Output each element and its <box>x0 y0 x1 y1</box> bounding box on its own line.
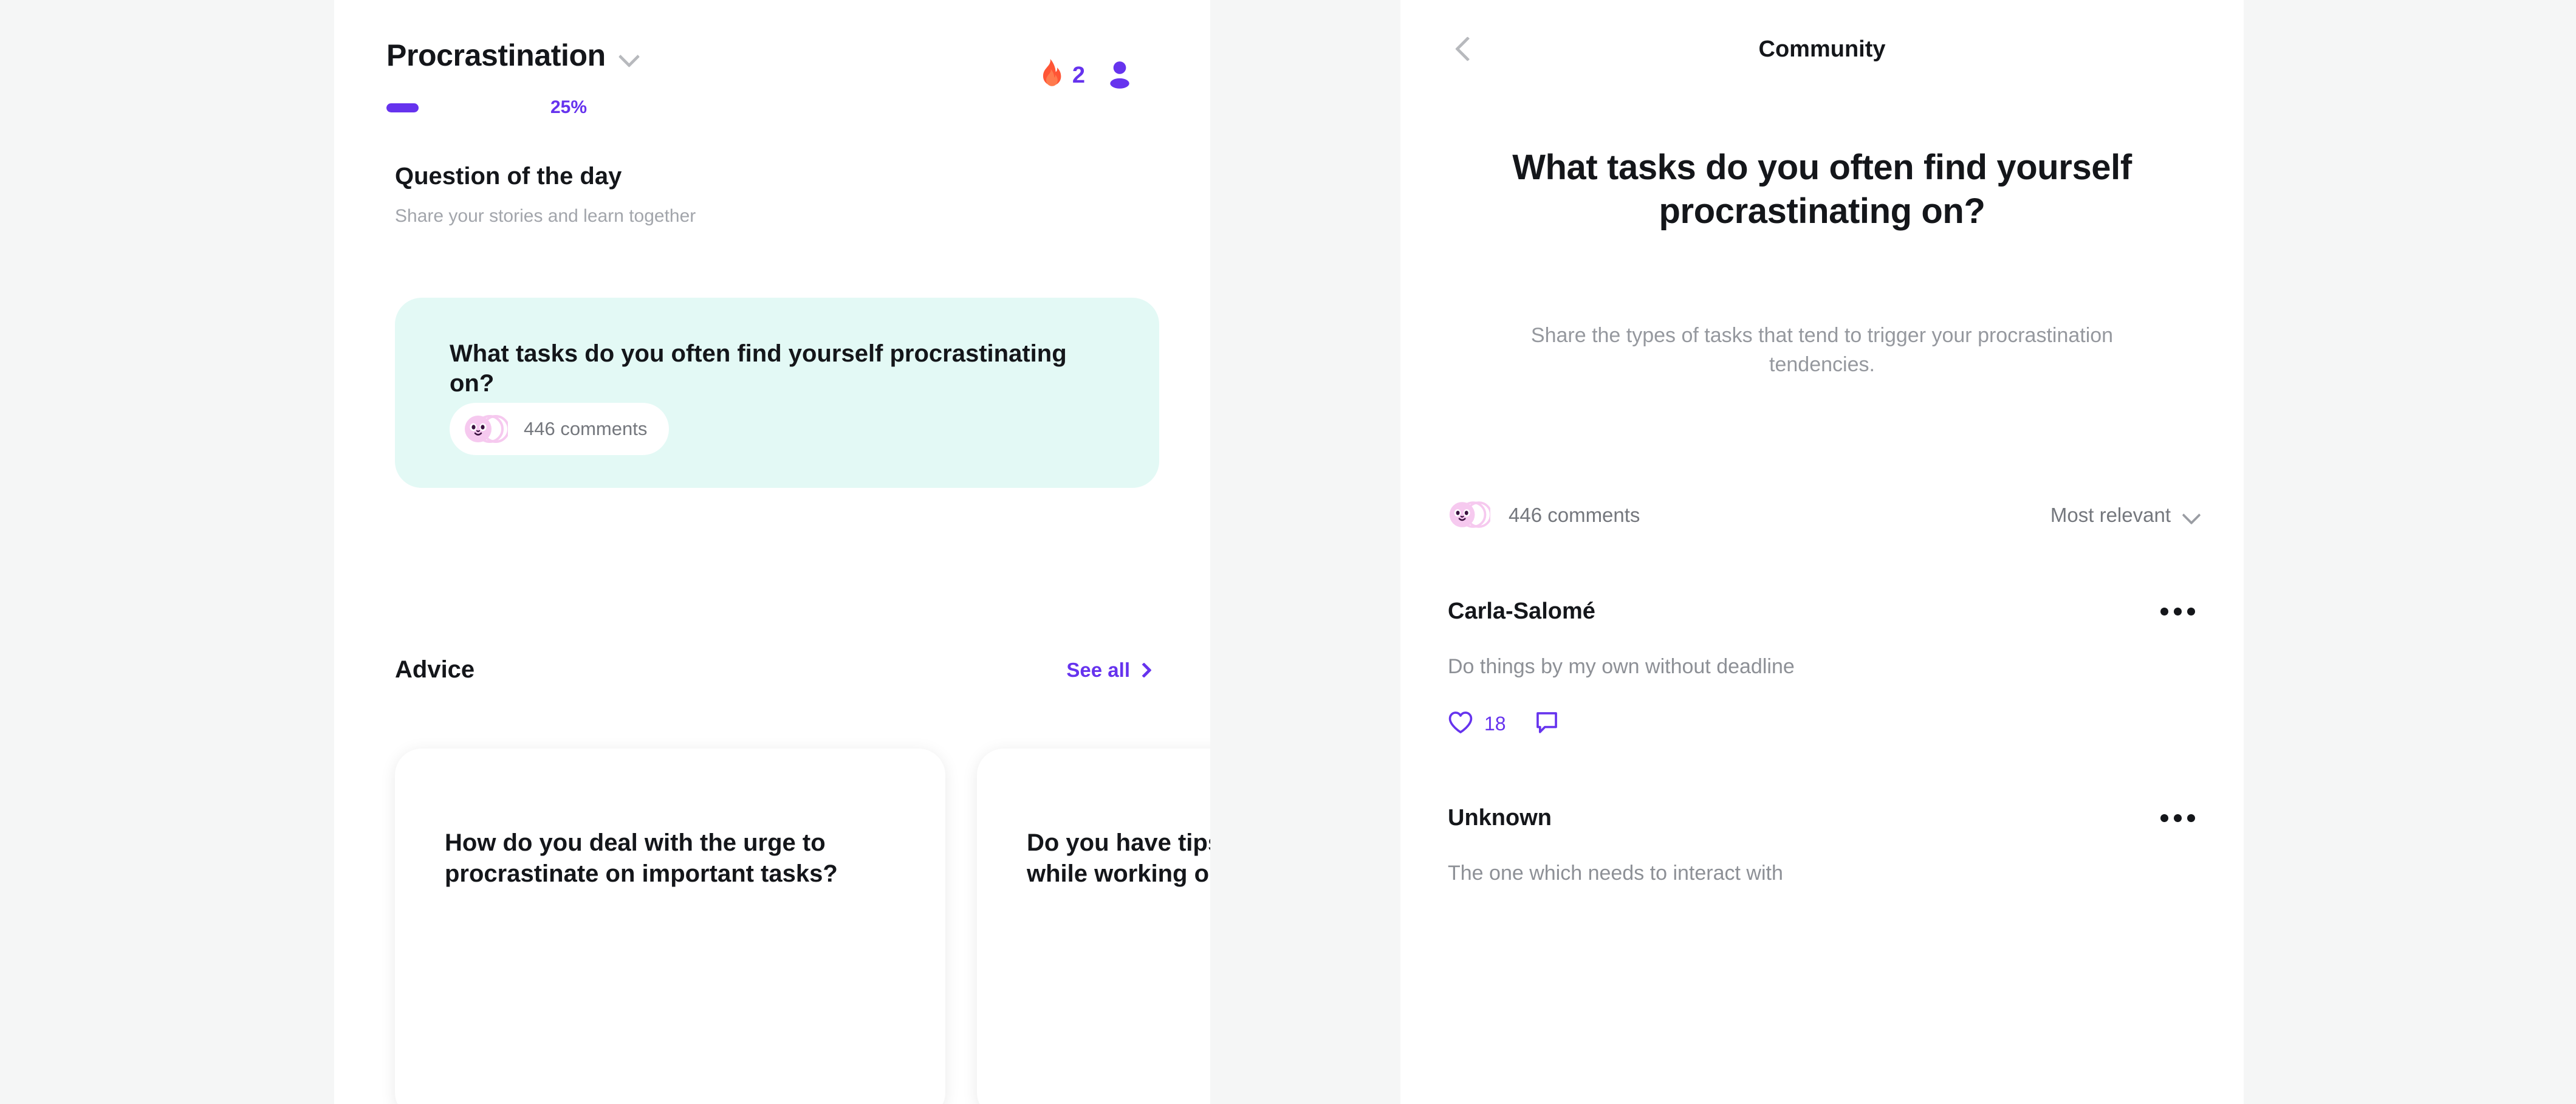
advice-card-list: How do you deal with the urge to procras… <box>395 749 1210 1104</box>
community-question-title: What tasks do you often find yourself pr… <box>1512 148 2132 231</box>
advice-section: Advice See all How do you deal with the … <box>334 656 1210 1104</box>
qod-comments-count-label: 446 comments <box>524 418 648 439</box>
comment-body-text: Do things by my own without deadline <box>1448 655 1795 678</box>
progress-bar-fill <box>386 103 419 112</box>
chevron-right-icon <box>1136 662 1152 678</box>
qod-question-text: What tasks do you often find yourself pr… <box>450 340 1067 397</box>
community-header: Community <box>1400 0 2244 91</box>
more-options-icon[interactable] <box>2158 602 2197 622</box>
comment-bubble-icon[interactable] <box>1534 710 1560 738</box>
advice-card-text: How do you deal with the urge to procras… <box>445 829 838 888</box>
qod-section-subtitle: Share your stories and learn together <box>395 206 696 226</box>
person-icon[interactable] <box>1106 60 1134 92</box>
progress-bar <box>386 103 514 112</box>
qod-section-title: Question of the day <box>395 163 622 190</box>
progress-percent-label: 25% <box>550 97 587 117</box>
advice-section-header: Advice See all <box>334 656 1210 684</box>
app-screenshot: Procrastination 25% 2 Question of the da… <box>0 0 2576 1104</box>
community-meta-row: 446 comments Most relevant <box>1448 498 2197 532</box>
chevron-left-icon[interactable] <box>1450 34 1478 62</box>
chevron-down-icon[interactable] <box>619 49 640 61</box>
community-panel: Community What tasks do you often find y… <box>1400 0 2244 1104</box>
question-of-the-day-card[interactable]: What tasks do you often find yourself pr… <box>395 298 1159 488</box>
topic-selector[interactable]: Procrastination <box>386 38 640 73</box>
progress-row: 25% <box>386 97 611 118</box>
streak-indicator[interactable]: 2 <box>1037 58 1085 93</box>
community-comments-count-label: 446 comments <box>1509 504 1640 526</box>
advice-card-text: Do you have tips for staying motivated w… <box>1027 829 1210 888</box>
comment-author-name: Carla-Salomé <box>1448 598 1595 624</box>
advice-card[interactable]: Do you have tips for staying motivated w… <box>977 749 1210 1104</box>
community-comments-count: 446 comments <box>1448 498 1640 532</box>
qod-comments-pill[interactable]: 446 comments <box>450 403 670 455</box>
comment-actions: 18 <box>1448 710 2197 738</box>
flame-icon <box>1037 58 1063 93</box>
comment-author-name: Unknown <box>1448 804 1552 831</box>
home-panel: Procrastination 25% 2 Question of the da… <box>334 0 1210 1104</box>
comment-header: Carla-Salomé <box>1448 598 2197 625</box>
list-item: Carla-Salomé Do things by my own without… <box>1448 598 2197 738</box>
see-all-label: See all <box>1066 658 1130 681</box>
advice-card[interactable]: How do you deal with the urge to procras… <box>395 749 945 1104</box>
like-count-label: 18 <box>1484 712 1506 735</box>
comment-body-text: The one which needs to interact with <box>1448 861 1783 885</box>
heart-icon <box>1448 711 1473 737</box>
question-of-the-day-section: Question of the day Share your stories a… <box>334 163 1210 488</box>
comment-header: Unknown <box>1448 805 2197 831</box>
more-options-icon[interactable] <box>2158 808 2197 828</box>
avatar-stack-icon <box>1448 498 1493 532</box>
topic-title: Procrastination <box>386 38 606 72</box>
header-actions: 2 <box>1037 58 1134 93</box>
advice-section-title: Advice <box>395 656 475 683</box>
streak-count-label: 2 <box>1072 63 1085 88</box>
community-question-subtitle: Share the types of tasks that tend to tr… <box>1530 324 2114 377</box>
home-header: Procrastination 25% 2 <box>334 0 1210 146</box>
avatar-stack-icon <box>463 412 510 446</box>
chevron-down-icon <box>2184 509 2197 522</box>
comments-sort-label: Most relevant <box>2050 504 2171 526</box>
like-button[interactable]: 18 <box>1448 711 1506 737</box>
list-item: Unknown The one which needs to interact … <box>1448 805 2197 888</box>
comment-list: Carla-Salomé Do things by my own without… <box>1448 598 2197 955</box>
advice-see-all-link[interactable]: See all <box>1066 658 1152 682</box>
community-header-title: Community <box>1758 36 1886 62</box>
comments-sort-dropdown[interactable]: Most relevant <box>2050 504 2197 527</box>
